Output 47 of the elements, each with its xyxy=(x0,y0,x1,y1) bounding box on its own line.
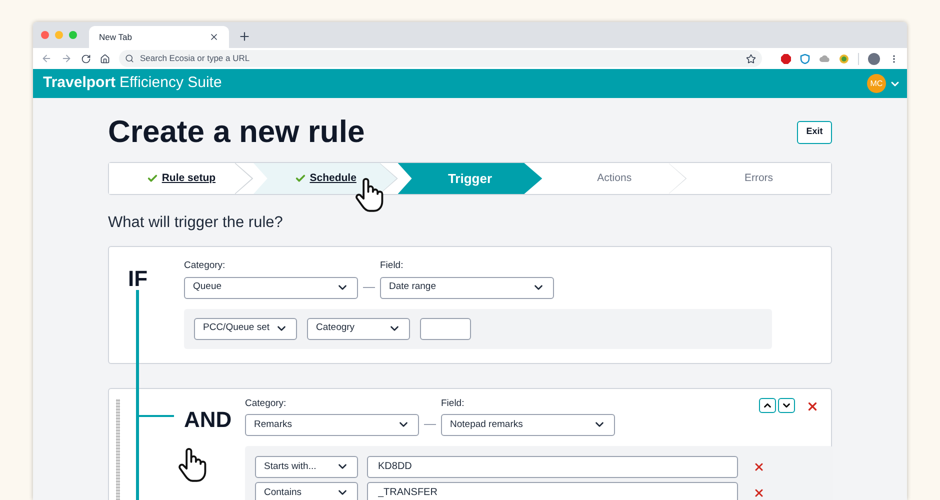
browser-tab[interactable]: New Tab xyxy=(89,26,229,48)
globe-icon[interactable] xyxy=(839,54,849,64)
question-text: What will trigger the rule? xyxy=(108,213,284,233)
branch-line xyxy=(137,414,174,417)
filter-input[interactable] xyxy=(420,318,471,340)
move-up-button[interactable] xyxy=(759,398,776,412)
new-tab-icon[interactable] xyxy=(238,30,251,43)
move-down-button[interactable] xyxy=(778,398,795,412)
step-tab[interactable]: Schedule xyxy=(253,163,398,194)
field-label: Field: xyxy=(441,396,466,410)
filter-dropdown[interactable]: PCC/Queue set xyxy=(194,318,297,340)
reload-icon[interactable] xyxy=(81,54,91,64)
category-label: Category: xyxy=(245,396,288,410)
profile-avatar[interactable] xyxy=(868,52,880,64)
search-icon xyxy=(125,54,134,63)
home-icon[interactable] xyxy=(100,54,110,64)
drag-handle[interactable] xyxy=(116,398,120,500)
back-icon[interactable] xyxy=(41,53,52,64)
filter-dropdown[interactable]: Cateogry xyxy=(307,318,410,340)
exit-button[interactable]: Exit xyxy=(797,120,832,144)
page-title: Create a new rule xyxy=(108,114,365,150)
value-input[interactable]: KD8DD xyxy=(367,456,738,478)
brand-name: Travelport xyxy=(43,73,116,94)
close-icon[interactable] xyxy=(753,460,765,473)
shield-icon[interactable] xyxy=(800,54,810,64)
operator-dropdown[interactable]: Starts with... xyxy=(255,456,358,478)
field-dropdown[interactable]: Notepad remarks xyxy=(441,414,615,436)
field-label: Field: xyxy=(380,259,404,274)
close-icon[interactable] xyxy=(806,400,819,412)
category-dropdown[interactable]: Remarks xyxy=(245,414,419,436)
stop-sign-icon[interactable] xyxy=(781,54,791,64)
value-input[interactable]: _TRANSFER xyxy=(367,482,738,500)
close-icon[interactable] xyxy=(753,486,765,499)
check-icon xyxy=(294,173,306,184)
operator-dropdown[interactable]: Contains xyxy=(255,482,358,500)
address-bar[interactable]: Search Ecosia or type a URL xyxy=(119,50,762,67)
product-name: Efficiency Suite xyxy=(120,73,222,94)
forward-icon[interactable] xyxy=(61,53,72,64)
category-label: Category: xyxy=(184,259,226,274)
field-dropdown[interactable]: Date range xyxy=(380,276,554,298)
condition-label: AND xyxy=(184,406,232,434)
check-icon xyxy=(146,173,158,184)
condition-label: IF xyxy=(128,265,148,294)
step-tab[interactable]: Rule setup xyxy=(109,163,254,194)
star-icon[interactable] xyxy=(746,54,756,64)
close-icon[interactable] xyxy=(209,32,219,42)
category-dropdown[interactable]: Queue xyxy=(184,276,358,298)
